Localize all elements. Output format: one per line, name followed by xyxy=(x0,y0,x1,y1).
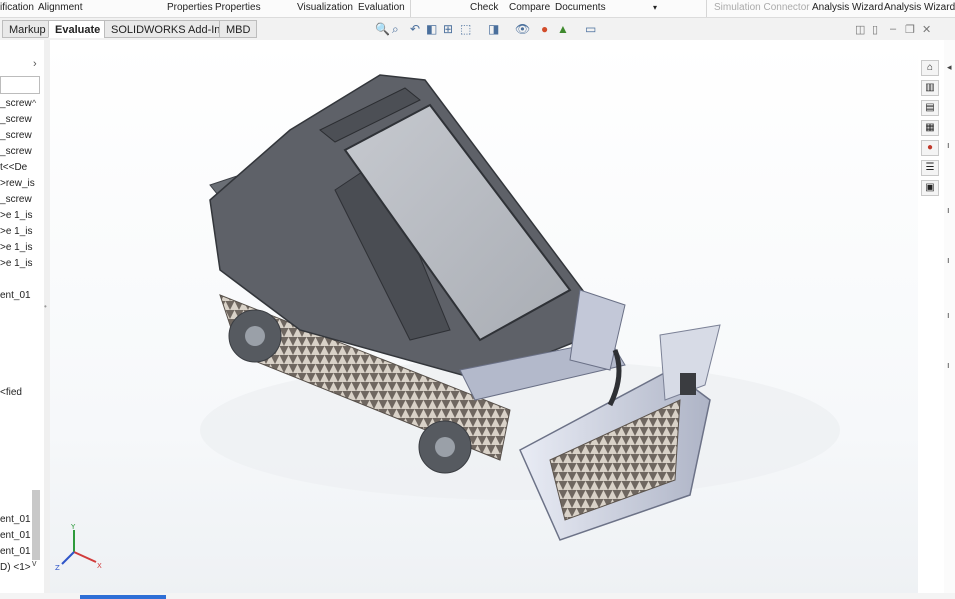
ribbon-divider xyxy=(706,0,707,17)
scrollbar-thumb[interactable] xyxy=(32,490,40,560)
ribbon-item-analysis-wizard-2[interactable]: Analysis Wizard xyxy=(884,2,955,13)
section-view-icon[interactable]: ◧ xyxy=(426,22,437,38)
command-manager-tabs: Markup Evaluate SOLIDWORKS Add-Ins MBD xyxy=(0,18,955,40)
active-tab-indicator[interactable] xyxy=(80,595,166,599)
pane-marker[interactable]: ◂ xyxy=(947,62,952,73)
assembly-model[interactable] xyxy=(50,40,918,596)
triad-x-label: X xyxy=(97,562,102,570)
ribbon-item-check[interactable]: Check xyxy=(470,2,498,13)
restore-pane-icon[interactable]: ▯ xyxy=(872,23,878,36)
triad-z-label: Z xyxy=(55,564,60,572)
view-triad: Y X Z xyxy=(55,523,102,572)
file-explorer-icon[interactable]: ▦ xyxy=(921,120,939,136)
tree-scrollbar[interactable]: ^ v xyxy=(31,98,41,568)
home-icon[interactable]: ⌂ xyxy=(921,60,939,76)
previous-view-icon[interactable]: ↶ xyxy=(410,22,420,38)
tab-evaluate[interactable]: Evaluate xyxy=(48,20,108,38)
chevron-right-icon[interactable]: › xyxy=(33,58,37,70)
chute-motor xyxy=(680,373,696,395)
dynamic-annotation-icon[interactable]: ⊞ xyxy=(443,22,453,38)
ribbon-item-analysis-wizard-1[interactable]: Analysis Wizard xyxy=(812,2,883,13)
triad-z-axis xyxy=(61,551,75,565)
triad-y-label: Y xyxy=(70,523,76,531)
splitter-grip-icon[interactable]: • xyxy=(44,302,47,311)
pane-marker: ı xyxy=(947,360,950,370)
restore-icon[interactable]: ❐ xyxy=(905,23,915,36)
apply-scene-icon[interactable]: ▲ xyxy=(557,22,569,38)
task-pane-collapsed: ◂ ı ı ı ı ı xyxy=(944,40,955,596)
ribbon-item-visualization[interactable]: Visualization xyxy=(297,2,353,13)
edit-appearance-icon[interactable]: ● xyxy=(541,22,548,38)
zoom-to-fit-icon[interactable]: 🔍 xyxy=(375,22,390,38)
hide-show-icon[interactable]: 👁 xyxy=(515,22,530,38)
scroll-down-icon[interactable]: v xyxy=(32,558,37,568)
tile-icon[interactable]: ◫ xyxy=(855,23,865,36)
graphics-area[interactable] xyxy=(50,40,918,596)
tab-markup[interactable]: Markup xyxy=(2,20,53,38)
ribbon-item-properties-2[interactable]: Properties xyxy=(215,2,261,13)
ribbon-item-properties-1[interactable]: Properties xyxy=(167,2,213,13)
resources-icon[interactable]: ▥ xyxy=(921,80,939,96)
tree-filter-input[interactable] xyxy=(0,76,40,94)
zoom-area-icon[interactable]: ⌕ xyxy=(392,22,399,38)
view-settings-icon[interactable]: ▭ xyxy=(585,22,596,38)
ribbon-item-ification[interactable]: ification xyxy=(0,2,34,13)
display-style-icon[interactable]: ◨ xyxy=(488,22,499,38)
ribbon-item-documents[interactable]: Documents xyxy=(555,2,606,13)
ribbon-expand-icon[interactable]: ▾ xyxy=(653,3,657,12)
rear-hub xyxy=(245,326,265,346)
command-manager-ribbon: ification Alignment Properties Propertie… xyxy=(0,0,955,18)
ribbon-divider xyxy=(410,0,411,17)
forum-icon[interactable]: ▣ xyxy=(921,180,939,196)
pane-marker: ı xyxy=(947,140,950,150)
scroll-up-icon[interactable]: ^ xyxy=(32,98,36,108)
status-bar xyxy=(0,593,955,599)
custom-properties-icon[interactable]: ☰ xyxy=(921,160,939,176)
ribbon-item-compare[interactable]: Compare xyxy=(509,2,550,13)
design-library-icon[interactable]: ▤ xyxy=(921,100,939,116)
tab-solidworks-add-ins[interactable]: SOLIDWORKS Add-Ins xyxy=(104,20,233,38)
pane-marker: ı xyxy=(947,255,950,265)
ribbon-item-alignment[interactable]: Alignment xyxy=(38,2,82,13)
front-hub xyxy=(435,437,455,457)
task-pane-tabs: ⌂ ▥ ▤ ▦ ● ☰ ▣ xyxy=(918,58,944,198)
tab-mbd[interactable]: MBD xyxy=(219,20,258,38)
view-orientation-icon[interactable]: ⬚ xyxy=(460,22,471,38)
appearances-icon[interactable]: ● xyxy=(921,140,939,156)
pane-marker: ı xyxy=(947,205,950,215)
ribbon-item-evaluation[interactable]: Evaluation xyxy=(358,2,405,13)
ribbon-item-simulation-connector[interactable]: Simulation Connector xyxy=(714,2,810,13)
minimize-icon[interactable]: – xyxy=(890,23,896,35)
close-icon[interactable]: ✕ xyxy=(922,23,931,36)
pane-marker: ı xyxy=(947,310,950,320)
triad-x-axis xyxy=(73,551,97,563)
